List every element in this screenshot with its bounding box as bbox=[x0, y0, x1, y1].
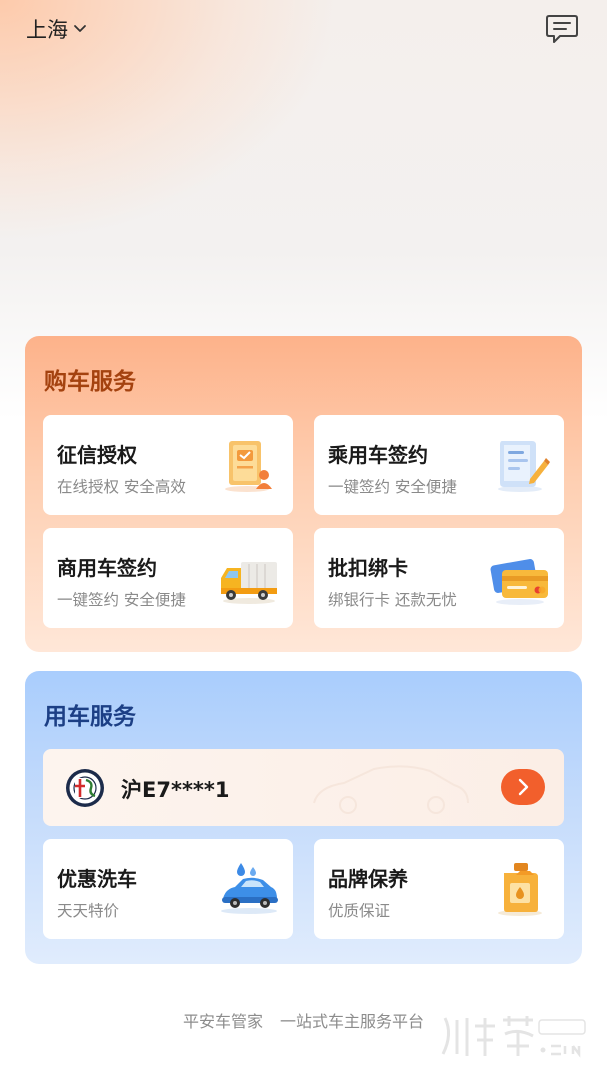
discount-car-wash-card[interactable]: 优惠洗车 天天特价 bbox=[43, 839, 293, 939]
top-bar: 上海 bbox=[0, 0, 607, 60]
footer-slogan: 一站式车主服务平台 bbox=[280, 1012, 425, 1031]
bank-card-binding-card[interactable]: 批扣绑卡 绑银行卡 还款无忧 bbox=[314, 528, 564, 628]
vehicle-detail-button[interactable] bbox=[501, 769, 545, 805]
brand-maintenance-card[interactable]: 品牌保养 优质保证 bbox=[314, 839, 564, 939]
car-brand-logo bbox=[66, 769, 104, 807]
license-plate: 沪E7****1 bbox=[121, 778, 230, 802]
card-title: 批扣绑卡 bbox=[328, 556, 408, 580]
card-subtitle: 在线授权 安全高效 bbox=[57, 478, 186, 496]
car-wash-icon bbox=[221, 863, 278, 914]
city-selector[interactable]: 上海 bbox=[26, 14, 87, 44]
credit-authorization-card[interactable]: 征信授权 在线授权 安全高效 bbox=[43, 415, 293, 515]
card-title: 征信授权 bbox=[57, 443, 137, 467]
city-label: 上海 bbox=[26, 18, 68, 42]
card-subtitle: 优质保证 bbox=[328, 902, 391, 920]
watermark-logo bbox=[441, 1016, 586, 1058]
passenger-car-contract-card[interactable]: 乘用车签约 一键签约 安全便捷 bbox=[314, 415, 564, 515]
card-title: 品牌保养 bbox=[328, 867, 408, 891]
chevron-right-icon bbox=[518, 778, 529, 796]
truck-icon bbox=[221, 562, 277, 604]
chevron-down-icon bbox=[74, 25, 86, 32]
card-subtitle: 天天特价 bbox=[57, 902, 120, 920]
purchase-services-title: 购车服务 bbox=[44, 369, 136, 395]
purchase-services-panel: 购车服务 征信授权 在线授权 安全高效 乘用车签约 一键签约 安全便捷 商用车签… bbox=[25, 336, 582, 652]
credit-document-icon bbox=[225, 441, 272, 492]
vehicle-services-title: 用车服务 bbox=[44, 704, 136, 730]
card-title: 优惠洗车 bbox=[57, 867, 137, 891]
message-icon[interactable] bbox=[544, 12, 580, 46]
card-title: 乘用车签约 bbox=[328, 443, 428, 467]
card-subtitle: 一键签约 安全便捷 bbox=[328, 478, 457, 496]
bank-card-icon bbox=[490, 559, 548, 605]
contract-pen-icon bbox=[498, 441, 550, 492]
card-title: 商用车签约 bbox=[57, 556, 157, 580]
card-subtitle: 一键签约 安全便捷 bbox=[57, 591, 186, 609]
footer-brand: 平安车管家 bbox=[182, 1012, 263, 1031]
my-vehicle-row[interactable]: 沪E7****1 bbox=[43, 749, 564, 826]
card-subtitle: 绑银行卡 还款无忧 bbox=[328, 591, 457, 609]
oil-can-icon bbox=[498, 863, 542, 916]
commercial-vehicle-contract-card[interactable]: 商用车签约 一键签约 安全便捷 bbox=[43, 528, 293, 628]
car-outline-decoration bbox=[313, 765, 469, 814]
vehicle-services-panel: 用车服务 沪E7****1 优惠洗车 天天特价 品牌保养 优质保证 bbox=[25, 671, 582, 964]
